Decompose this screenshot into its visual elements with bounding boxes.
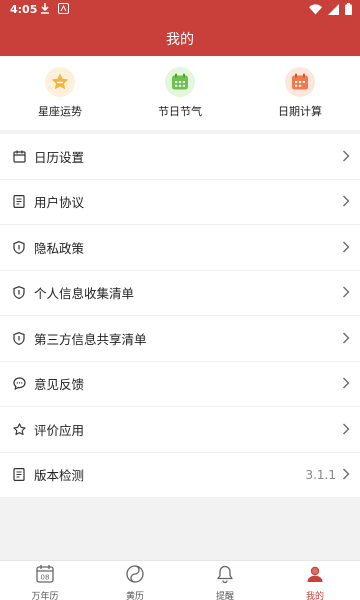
menu-item-label: 隐私政策 <box>34 240 85 256</box>
chat-bubble-icon <box>12 377 26 391</box>
tab-label: 我的 <box>305 592 324 600</box>
app-bar: 我的 <box>0 20 360 56</box>
menu-item-calendar-settings[interactable]: 日历设置 <box>0 134 360 180</box>
menu-item-third-party-sharing-list[interactable]: 第三方信息共享清单 <box>0 316 360 362</box>
user-icon <box>305 564 325 588</box>
shield-info-icon <box>12 286 26 300</box>
svg-text:08: 08 <box>41 574 50 582</box>
menu-item-label: 意见反馈 <box>34 377 85 393</box>
calendar-08-icon: 08 <box>35 564 55 588</box>
menu-item-label: 版本检测 <box>34 468 85 484</box>
menu-item-personal-info-list[interactable]: 个人信息收集清单 <box>0 271 360 316</box>
app-notification-icon <box>58 3 69 18</box>
tab-mine[interactable]: 我的 <box>270 561 360 600</box>
chevron-right-icon <box>342 283 350 302</box>
tab-label: 万年历 <box>31 592 59 600</box>
chevron-right-icon <box>342 238 350 257</box>
calendar-settings-icon <box>12 149 26 163</box>
settings-menu: 日历设置 用户协议 隐私政策 个人信息收集清单 第三方信息共享清单 意见反馈 评… <box>0 134 360 498</box>
page-title: 我的 <box>166 32 194 48</box>
signal-icon <box>328 3 339 18</box>
document-icon <box>12 195 26 209</box>
tab-almanac[interactable]: 黄历 <box>90 561 180 600</box>
tab-label: 黄历 <box>125 592 144 600</box>
quick-action-label: 节日节气 <box>158 105 202 118</box>
wifi-icon <box>309 3 322 18</box>
menu-item-label: 第三方信息共享清单 <box>34 331 147 347</box>
menu-item-label: 个人信息收集清单 <box>34 286 135 302</box>
menu-item-rate-app[interactable]: 评价应用 <box>0 407 360 453</box>
tab-perpetual-calendar[interactable]: 08 万年历 <box>0 561 90 600</box>
chevron-right-icon <box>342 374 350 393</box>
menu-item-label: 用户协议 <box>34 195 85 211</box>
menu-item-privacy-policy[interactable]: 隐私政策 <box>0 225 360 271</box>
menu-item-label: 评价应用 <box>34 422 85 438</box>
download-icon <box>40 3 50 18</box>
shield-info-icon <box>12 331 26 345</box>
chevron-right-icon <box>342 329 350 348</box>
chevron-right-icon <box>342 420 350 439</box>
yin-yang-icon <box>125 564 145 588</box>
quick-actions: 星座运势 节日节气 日期计算 <box>0 56 360 130</box>
quick-action-label: 星座运势 <box>38 105 82 118</box>
bottom-tab-bar: 08 万年历 黄历 提醒 我的 <box>0 560 360 600</box>
tab-reminders[interactable]: 提醒 <box>180 561 270 600</box>
star-outline-icon <box>12 422 26 436</box>
version-number: 3.1.1 <box>305 467 336 482</box>
quick-action-date-calculator[interactable]: 日期计算 <box>240 56 360 130</box>
chevron-right-icon <box>342 192 350 211</box>
document-icon <box>12 468 26 482</box>
status-time: 4:05 <box>10 3 38 16</box>
tab-label: 提醒 <box>215 592 234 600</box>
chevron-right-icon <box>342 147 350 166</box>
quick-action-label: 日期计算 <box>278 105 322 118</box>
menu-item-version-check[interactable]: 版本检测 3.1.1 <box>0 453 360 498</box>
menu-item-user-agreement[interactable]: 用户协议 <box>0 180 360 225</box>
status-bar: 4:05 <box>0 0 360 20</box>
star-icon <box>45 67 75 97</box>
calendar-calc-icon <box>285 67 315 97</box>
menu-item-feedback[interactable]: 意见反馈 <box>0 362 360 407</box>
bell-icon <box>215 564 235 588</box>
chevron-right-icon <box>342 465 350 484</box>
quick-action-festivals[interactable]: 节日节气 <box>120 56 240 130</box>
quick-action-horoscope[interactable]: 星座运势 <box>0 56 120 130</box>
shield-info-icon <box>12 240 26 254</box>
calendar-icon <box>165 67 195 97</box>
battery-icon <box>345 3 352 18</box>
menu-item-label: 日历设置 <box>34 149 85 165</box>
